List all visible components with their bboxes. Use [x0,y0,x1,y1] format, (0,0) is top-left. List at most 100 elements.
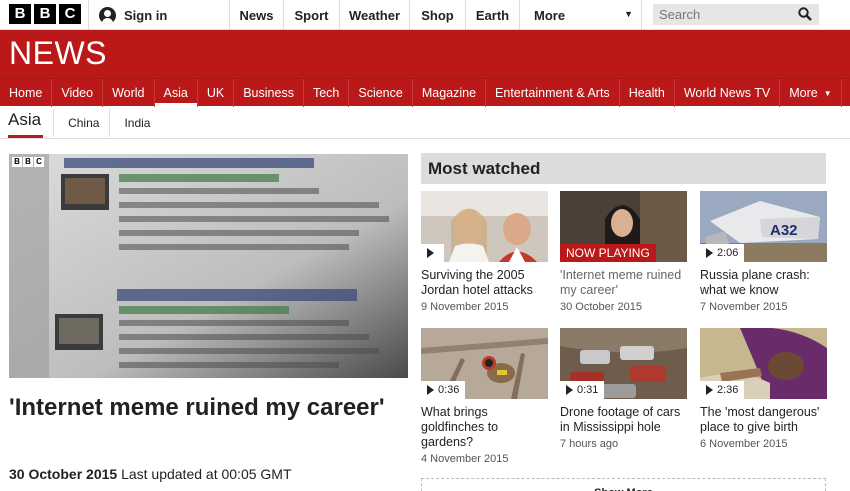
watermark-letter: B [23,157,33,167]
section-item-label: UK [206,86,225,100]
top-bar: B B C Sign in News Sport Weather Shop Ea… [0,0,850,30]
bbc-logo-letter: B [9,4,31,24]
bbc-logo[interactable]: B B C [9,4,81,24]
card-date: 7 November 2015 [700,301,788,313]
play-icon [706,248,713,258]
topnav-earth[interactable]: Earth [466,0,520,30]
watermark-letter: C [34,157,44,167]
section-item-label: Science [358,86,403,100]
most-watched-card[interactable]: 0:31 Drone footage of cars in Mississipp… [560,328,687,450]
watermark-letter: B [12,157,22,167]
card-date: 9 November 2015 [421,301,509,313]
card-title[interactable]: Russia plane crash: what we know [700,268,827,298]
video-thumbnail[interactable] [421,191,548,262]
section-item-label: More [789,86,818,100]
story-date: 30 October 2015 [9,466,118,482]
topnav-label: News [239,7,274,23]
topnav-shop[interactable]: Shop [410,0,466,30]
play-button[interactable]: 0:36 [421,381,466,399]
card-title[interactable]: What brings goldfinches to gardens? [421,405,548,450]
section-item-entertainment-arts[interactable]: Entertainment & Arts [486,79,620,107]
video-still-image [9,154,408,378]
subnav-item-india[interactable]: India [124,108,150,138]
play-icon [566,385,573,395]
video-duration: 2:06 [717,247,739,259]
subnav-current-asia[interactable]: Asia [8,108,44,138]
video-duration: 2:36 [717,384,739,396]
play-button[interactable]: 0:31 [560,381,605,399]
section-item-label: Asia [163,86,188,100]
svg-text:A32: A32 [770,222,798,239]
divider [53,108,55,137]
section-item-science[interactable]: Science [349,79,413,107]
most-watched-card[interactable]: A32 2:06 Russia plane crash: what we kno… [700,191,827,313]
topnav-weather[interactable]: Weather [340,0,410,30]
divider [109,108,111,137]
section-item-world-news-tv[interactable]: World News TV [675,79,781,107]
play-button[interactable]: 2:06 [700,244,745,262]
video-thumbnail[interactable]: 0:36 [421,328,548,399]
chevron-down-icon: ▼ [624,9,633,19]
section-item-label: World [112,86,145,100]
user-icon [99,6,116,24]
section-item-uk[interactable]: UK [198,79,235,107]
news-banner: NEWS [0,30,850,78]
most-watched-card[interactable]: 2:36 The 'most dangerous' place to give … [700,328,827,450]
section-item-world[interactable]: World [103,79,155,107]
most-watched-card[interactable]: 0:36 What brings goldfinches to gardens?… [421,328,548,465]
topnav-news[interactable]: News [230,0,284,30]
video-thumbnail[interactable]: NOW PLAYING [560,191,687,262]
section-item-label: World News TV [683,86,771,100]
section-item-label: Entertainment & Arts [495,86,610,100]
most-watched-card[interactable]: Surviving the 2005 Jordan hotel attacks … [421,191,548,313]
card-date: 7 hours ago [560,438,619,450]
card-date: 6 November 2015 [700,438,788,450]
section-item-magazine[interactable]: Magazine [413,79,487,107]
main-video-player[interactable]: B B C [9,154,408,378]
section-item-more[interactable]: More ▼ [780,79,842,107]
section-item-asia[interactable]: Asia [154,79,198,107]
topnav-more[interactable]: More ▼ [520,0,642,30]
subnav-item-china[interactable]: China [68,108,99,138]
video-duration: 0:31 [577,384,599,396]
card-date: 4 November 2015 [421,453,509,465]
card-title[interactable]: Surviving the 2005 Jordan hotel attacks [421,268,548,298]
card-title[interactable]: 'Internet meme ruined my career' [560,268,687,298]
bbc-logo-letter: B [34,4,56,24]
search-input[interactable] [653,4,793,25]
news-logo[interactable]: NEWS [9,35,107,72]
section-item-video[interactable]: Video [52,79,104,107]
video-thumbnail[interactable]: 2:36 [700,328,827,399]
card-date: 30 October 2015 [560,301,642,313]
bbc-watermark: B B C [12,157,44,167]
topnav-label: Shop [421,7,454,23]
section-item-label: Video [61,86,94,100]
section-nav: Home Video World Asia UK Business Tech S… [0,78,850,107]
most-watched-card[interactable]: NOW PLAYING 'Internet meme ruined my car… [560,191,687,313]
show-more-button[interactable]: Show More [421,478,826,491]
topnav-sport[interactable]: Sport [284,0,340,30]
section-item-health[interactable]: Health [620,79,675,107]
card-title[interactable]: The 'most dangerous' place to give birth [700,405,827,435]
video-thumbnail[interactable]: A32 2:06 [700,191,827,262]
play-button[interactable] [421,244,444,262]
section-item-label: Tech [312,86,340,100]
sign-in-label: Sign in [124,7,168,23]
section-item-business[interactable]: Business [234,79,304,107]
section-item-label: Magazine [421,86,477,100]
topnav-label: More [534,7,566,23]
section-item-label: Business [243,86,294,100]
section-item-home[interactable]: Home [0,79,53,107]
sub-nav: Asia China India [0,107,850,139]
topnav-label: Weather [348,7,401,23]
card-title[interactable]: Drone footage of cars in Mississippi hol… [560,405,687,435]
search-box [653,4,819,25]
now-playing-badge: NOW PLAYING [560,244,656,262]
section-item-tech[interactable]: Tech [304,79,350,107]
play-button[interactable]: 2:36 [700,381,745,399]
sign-in-link[interactable]: Sign in [88,0,230,30]
video-thumbnail[interactable]: 0:31 [560,328,687,399]
chevron-down-icon: ▼ [823,88,832,98]
search-icon[interactable] [798,7,812,21]
bbc-logo-letter: C [59,4,81,24]
